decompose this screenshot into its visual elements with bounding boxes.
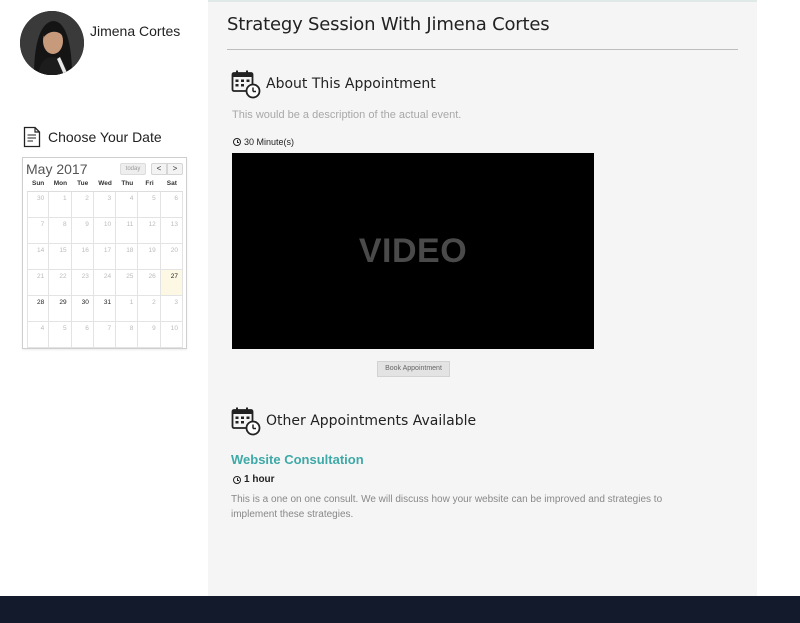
calendar-day-cell[interactable]: 6 <box>160 192 183 218</box>
book-appointment-button[interactable]: Book Appointment <box>377 361 450 377</box>
calendar-next-button[interactable]: > <box>167 163 183 175</box>
appointment-duration-label: 1 hour <box>244 474 275 485</box>
appointment-description: This is a one on one consult. We will di… <box>231 494 663 520</box>
right-gutter <box>757 0 800 596</box>
calendar-prev-button[interactable]: < <box>151 163 167 175</box>
calendar-weekday-label: Tue <box>77 180 89 187</box>
document-icon <box>23 126 41 148</box>
calendar-day-cell[interactable]: 7 <box>27 218 50 244</box>
calendar-day-cell[interactable]: 9 <box>71 218 94 244</box>
profile-name: Jimena Cortes <box>90 23 181 39</box>
about-heading: About This Appointment <box>266 76 436 92</box>
calendar-clock-icon <box>231 407 261 436</box>
calendar-day-cell[interactable]: 14 <box>27 244 50 270</box>
calendar-day-cell[interactable]: 24 <box>93 270 117 296</box>
calendar-header: May 2017 today < > <box>23 158 186 180</box>
calendar-day-cell[interactable]: 21 <box>27 270 50 296</box>
calendar-day-cell[interactable]: 10 <box>160 322 183 348</box>
about-description: This would be a description of the actua… <box>232 109 462 121</box>
calendar-day-cell[interactable]: 13 <box>160 218 183 244</box>
calendar-day-cell[interactable]: 19 <box>138 244 161 270</box>
video-placeholder-label: VIDEO <box>358 231 468 270</box>
choose-date-heading: Choose Your Date <box>23 126 162 148</box>
calendar-day-cell[interactable]: 16 <box>71 244 94 270</box>
calendar-day-cell[interactable]: 29 <box>49 296 72 322</box>
calendar-day-cell[interactable]: 1 <box>49 192 72 218</box>
avatar-image <box>20 11 84 75</box>
clock-icon <box>233 475 241 484</box>
calendar-days: 30 1 2 3 4 5 6 7 8 9 10 11 12 13 14 15 16 17 18 19 20 21 22 23 2… <box>27 192 183 348</box>
about-duration: 30 Minute(s) <box>233 137 294 147</box>
choose-date-label: Choose Your Date <box>48 129 162 145</box>
calendar-day-cell[interactable]: 5 <box>49 322 72 348</box>
calendar-day-cell[interactable]: 6 <box>71 322 94 348</box>
main-content: Strategy Session With Jimena Cortes Abou… <box>208 0 757 596</box>
date-picker-calendar: May 2017 today < > Sun Mon Tue Wed Thu Fri Sat… <box>22 157 187 349</box>
appointment-link-website-consultation[interactable]: Website Consultation <box>231 452 364 467</box>
calendar-weekday-row: Sun Mon Tue Wed Thu Fri Sat <box>27 180 183 192</box>
other-appointments-heading: Other Appointments Available <box>231 406 476 436</box>
calendar-day-cell[interactable]: 7 <box>93 322 117 348</box>
about-section-heading: About This Appointment <box>231 69 436 99</box>
calendar-day-cell[interactable]: 3 <box>93 192 117 218</box>
title-divider <box>227 49 738 50</box>
calendar-day-cell[interactable]: 23 <box>71 270 94 296</box>
calendar-day-cell[interactable]: 31 <box>93 296 117 322</box>
calendar-day-cell[interactable]: 2 <box>138 296 161 322</box>
calendar-day-cell[interactable]: 18 <box>116 244 139 270</box>
calendar-day-cell[interactable]: 17 <box>93 244 117 270</box>
avatar <box>20 11 84 75</box>
calendar-day-cell[interactable]: 4 <box>116 192 139 218</box>
calendar-weekday-label: Sat <box>166 180 177 187</box>
calendar-day-cell[interactable]: 2 <box>71 192 94 218</box>
calendar-weekday-label: Fri <box>145 180 154 187</box>
calendar-day-cell[interactable]: 5 <box>138 192 161 218</box>
appointment-duration: 1 hour <box>233 474 275 485</box>
calendar-day-cell[interactable]: 11 <box>116 218 139 244</box>
calendar-today-button[interactable]: today <box>120 163 146 175</box>
page-title: Strategy Session With Jimena Cortes <box>227 14 550 35</box>
calendar-clock-icon <box>231 70 261 99</box>
calendar-day-cell[interactable]: 25 <box>116 270 139 296</box>
calendar-day-cell[interactable]: 9 <box>138 322 161 348</box>
calendar-weekday-label: Thu <box>121 180 134 187</box>
video-player[interactable]: VIDEO <box>232 153 594 349</box>
calendar-weekday-label: Mon <box>53 180 68 187</box>
other-appointments-label: Other Appointments Available <box>266 413 477 429</box>
top-border <box>208 0 757 2</box>
calendar-day-cell[interactable]: 8 <box>116 322 139 348</box>
calendar-day-cell[interactable]: 15 <box>49 244 72 270</box>
calendar-day-cell[interactable]: 28 <box>27 296 50 322</box>
calendar-day-cell[interactable]: 26 <box>138 270 161 296</box>
calendar-day-cell[interactable]: 3 <box>160 296 183 322</box>
calendar-day-cell[interactable]: 30 <box>71 296 94 322</box>
calendar-day-cell[interactable]: 8 <box>49 218 72 244</box>
calendar-weekday-label: Wed <box>98 180 112 187</box>
calendar-day-cell[interactable]: 30 <box>27 192 50 218</box>
clock-icon <box>233 138 241 146</box>
calendar-day-cell[interactable]: 1 <box>116 296 139 322</box>
calendar-weekday-label: Sun <box>32 180 45 187</box>
calendar-day-cell[interactable]: 20 <box>160 244 183 270</box>
calendar-day-cell[interactable]: 27 <box>160 270 183 296</box>
profile: Jimena Cortes <box>20 11 180 75</box>
calendar-day-cell[interactable]: 12 <box>138 218 161 244</box>
calendar-day-cell[interactable]: 10 <box>93 218 117 244</box>
calendar-month-label: May 2017 <box>26 161 88 177</box>
calendar-grid: Sun Mon Tue Wed Thu Fri Sat 30 1 2 3 4 5 6 7 8 9 10 11 12 1… <box>27 180 183 348</box>
calendar-day-cell[interactable]: 4 <box>27 322 50 348</box>
sidebar: Jimena Cortes Choose Your Date May 2017 … <box>0 0 208 596</box>
calendar-day-cell[interactable]: 22 <box>49 270 72 296</box>
page-footer <box>0 596 800 623</box>
about-duration-label: 30 Minute(s) <box>244 137 295 147</box>
